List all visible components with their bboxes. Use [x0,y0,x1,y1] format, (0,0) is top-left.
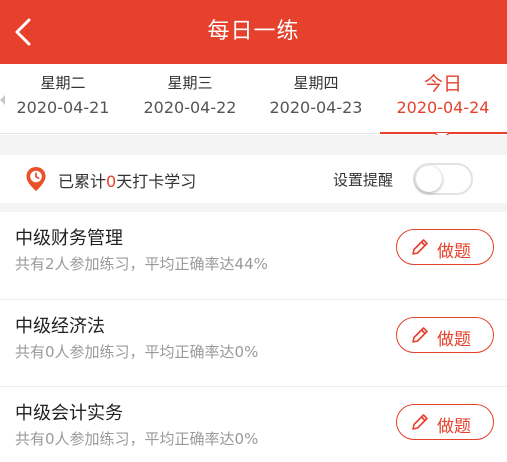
date-tab-weekday: 今日 [423,73,462,95]
date-tab-today[interactable]: 今日 2020-04-24 [380,64,506,134]
pencil-icon [412,239,428,255]
page-title: 每日一练 [207,19,300,44]
checkin-suffix: 天打卡学习 [116,172,197,191]
practice-button[interactable]: 做题 [396,404,494,440]
date-tab-bar: 星期二 2020-04-21 星期三 2020-04-22 星期四 2020-0… [0,64,507,134]
checkin-bar: 已累计0天打卡学习 设置提醒 [0,155,507,203]
list-item: 中级经济法 共有0人参加练习，平均正确率达0% 做题 [0,299,507,386]
practice-button-label: 做题 [437,242,471,262]
course-name: 中级经济法 [15,316,105,337]
section-divider [0,203,507,212]
toggle-knob [416,166,442,192]
practice-button[interactable]: 做题 [396,229,494,265]
checkin-days-count: 0 [106,172,117,191]
location-clock-icon [26,167,46,191]
pencil-icon [412,327,428,343]
date-tab-weekday: 星期四 [293,74,339,92]
date-tab-weekday: 星期二 [40,74,86,92]
app-header: 每日一练 [0,0,507,64]
section-divider [0,135,507,155]
course-stats: 共有2人参加练习，平均正确率达44% [15,255,268,273]
reminder-toggle[interactable] [413,163,473,195]
practice-button-label: 做题 [437,330,471,350]
practice-button-label: 做题 [437,417,471,437]
checkin-summary: 已累计0天打卡学习 [58,168,196,192]
date-tab-date: 2020-04-23 [269,98,363,117]
date-tab-date: 2020-04-24 [396,98,490,117]
pencil-icon [412,414,428,430]
date-tab-tuesday[interactable]: 星期二 2020-04-21 [0,64,126,134]
course-name: 中级财务管理 [15,228,123,249]
course-list: 中级财务管理 共有2人参加练习，平均正确率达44% 做题 中级经济法 共有0人参… [0,212,507,462]
list-item: 中级会计实务 共有0人参加练习，平均正确率达0% 做题 [0,386,507,462]
list-item: 中级财务管理 共有2人参加练习，平均正确率达44% 做题 [0,212,507,299]
checkin-prefix: 已累计 [58,172,107,191]
date-tab-weekday: 星期三 [167,74,213,92]
course-name: 中级会计实务 [15,403,123,424]
date-tab-thursday[interactable]: 星期四 2020-04-23 [253,64,379,134]
date-tab-date: 2020-04-21 [16,98,110,117]
date-tab-date: 2020-04-22 [143,98,237,117]
practice-button[interactable]: 做题 [396,317,494,353]
date-tab-wednesday[interactable]: 星期三 2020-04-22 [127,64,253,134]
reminder-label: 设置提醒 [333,171,394,189]
course-stats: 共有0人参加练习，平均正确率达0% [15,430,259,448]
course-stats: 共有0人参加练习，平均正确率达0% [15,343,259,361]
